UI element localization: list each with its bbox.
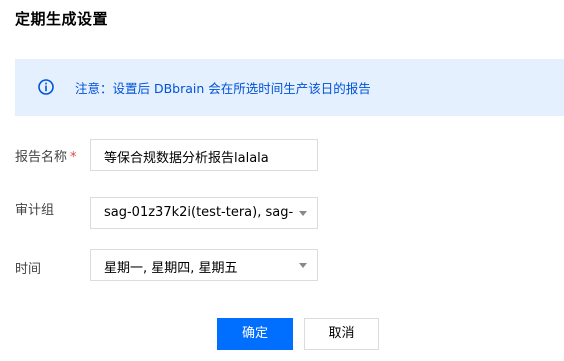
report-name-value: 等保合规数据分析报告lalala: [104, 151, 269, 166]
chevron-down-icon: [299, 211, 307, 216]
dialog-title: 定期生成设置: [15, 10, 109, 28]
report-name-label-text: 报告名称: [15, 150, 68, 165]
info-icon: [38, 79, 54, 95]
report-name-input[interactable]: 等保合规数据分析报告lalala: [90, 139, 318, 171]
audit-group-label: 审计组: [15, 203, 55, 218]
cancel-button[interactable]: 取消: [304, 318, 379, 350]
time-label: 时间: [15, 262, 42, 277]
time-select[interactable]: 星期一, 星期四, 星期五: [90, 249, 318, 281]
audit-group-value: sag-01z37k2i(test-tera), sag-01: [104, 205, 294, 220]
notice-banner: 注意：设置后 DBbrain 会在所选时间生产该日的报告: [15, 59, 564, 116]
confirm-button[interactable]: 确定: [217, 318, 293, 350]
audit-group-select[interactable]: sag-01z37k2i(test-tera), sag-01: [90, 197, 318, 229]
notice-text: 注意：设置后 DBbrain 会在所选时间生产该日的报告: [75, 81, 371, 96]
chevron-down-icon: [299, 263, 307, 268]
report-name-label: 报告名称 *: [15, 146, 77, 165]
time-value: 星期一, 星期四, 星期五: [104, 261, 238, 276]
required-mark: *: [70, 150, 77, 165]
